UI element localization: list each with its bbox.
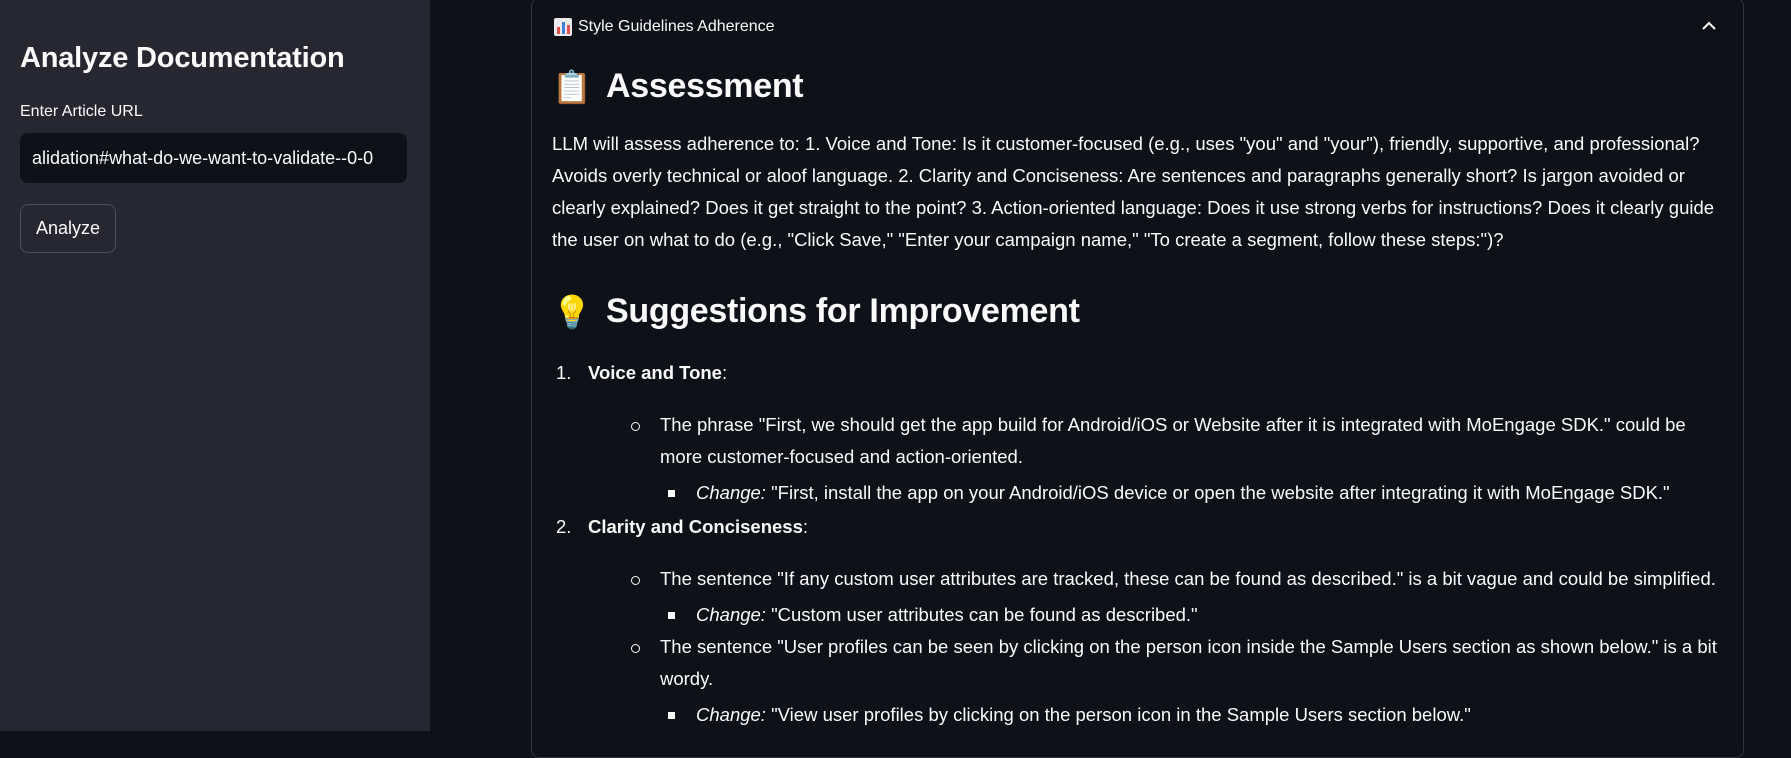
bar-chart-icon	[554, 18, 572, 36]
suggestion-point-text: The sentence "If any custom user attribu…	[660, 568, 1716, 589]
main-area: Style Guidelines Adherence 📋 Assessment …	[430, 0, 1791, 758]
suggestion-title: Clarity and Conciseness	[588, 516, 803, 537]
chevron-up-icon[interactable]	[1699, 15, 1719, 35]
suggestions-list: 1. Voice and Tone: The phrase "First, we…	[552, 357, 1727, 731]
change-text: "View user profiles by clicking on the p…	[765, 704, 1471, 725]
suggestion-item: 2. Clarity and Conciseness: The sentence…	[552, 511, 1727, 731]
suggestions-heading: 💡 Suggestions for Improvement	[552, 292, 1727, 331]
suggestion-number: 2.	[556, 516, 572, 537]
change-text: "Custom user attributes can be found as …	[765, 604, 1198, 625]
expander-header[interactable]: Style Guidelines Adherence	[554, 15, 775, 39]
assessment-heading-text: Assessment	[606, 67, 804, 105]
sidebar-title: Analyze Documentation	[20, 42, 345, 74]
suggestion-item: 1. Voice and Tone: The phrase "First, we…	[552, 357, 1727, 509]
suggestion-point-text: The phrase "First, we should get the app…	[660, 414, 1686, 467]
change-text: "First, install the app on your Android/…	[765, 482, 1670, 503]
lightbulb-icon: 💡	[552, 293, 592, 330]
suggestions-heading-text: Suggestions for Improvement	[606, 292, 1080, 330]
suggestion-point: The sentence "User profiles can be seen …	[588, 631, 1727, 731]
suggestion-number: 1.	[556, 362, 572, 383]
change-label: Change:	[696, 704, 766, 725]
style-guidelines-expander: Style Guidelines Adherence 📋 Assessment …	[531, 0, 1744, 758]
change-label: Change:	[696, 604, 766, 625]
suggestion-change: Change: "First, install the app on your …	[660, 477, 1727, 509]
suggestion-change: Change: "View user profiles by clicking …	[660, 699, 1727, 731]
article-url-input[interactable]	[20, 133, 407, 183]
expander-title: Style Guidelines Adherence	[578, 18, 775, 35]
suggestion-point: The phrase "First, we should get the app…	[588, 409, 1727, 509]
suggestion-change: Change: "Custom user attributes can be f…	[660, 599, 1727, 631]
url-label: Enter Article URL	[20, 103, 143, 120]
assessment-heading: 📋 Assessment	[552, 67, 1727, 106]
clipboard-icon: 📋	[552, 68, 592, 105]
suggestion-title: Voice and Tone	[588, 362, 722, 383]
analyze-button[interactable]: Analyze	[20, 204, 116, 253]
change-label: Change:	[696, 482, 766, 503]
sidebar: Analyze Documentation Enter Article URL …	[0, 0, 430, 731]
suggestion-point: The sentence "If any custom user attribu…	[588, 563, 1727, 631]
assessment-text: LLM will assess adherence to: 1. Voice a…	[552, 133, 1715, 250]
expander-content: 📋 Assessment LLM will assess adherence t…	[552, 67, 1727, 731]
suggestion-point-text: The sentence "User profiles can be seen …	[660, 636, 1717, 689]
